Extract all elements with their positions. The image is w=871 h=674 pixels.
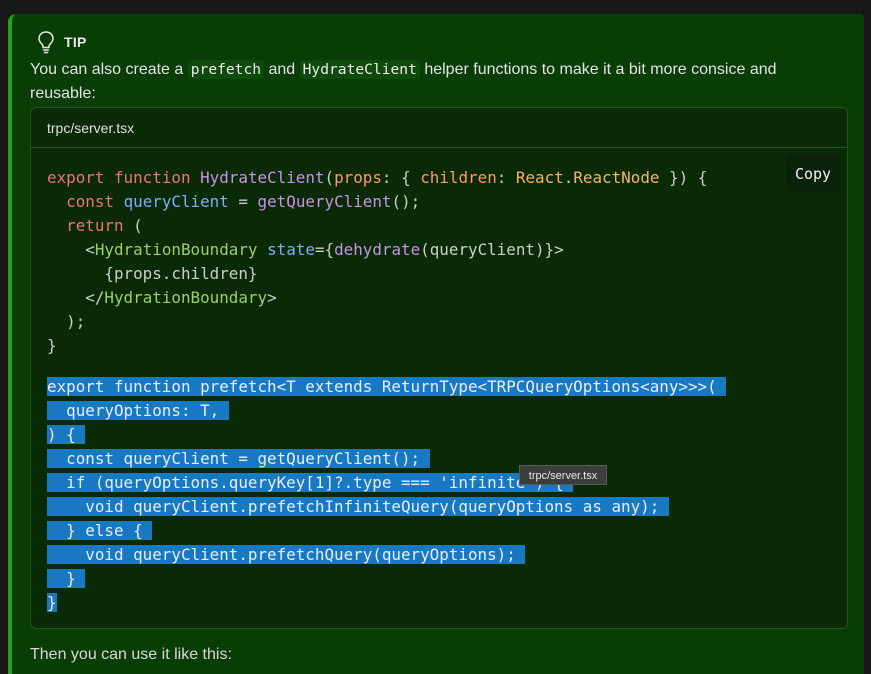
- code-line: </HydrationBoundary>: [85, 288, 277, 307]
- tip-title: TIP: [64, 34, 87, 50]
- code-block-filename: trpc/server.tsx: [31, 108, 847, 148]
- inline-code-prefetch: prefetch: [187, 60, 265, 79]
- code-line: );: [66, 312, 86, 331]
- code-line: {props.children}: [104, 264, 258, 283]
- code-line-selected: const queryClient = getQueryClient();: [47, 449, 430, 468]
- code-line-selected: void queryClient.prefetchInfiniteQuery(q…: [47, 497, 669, 516]
- code-line-selected: } else {: [47, 521, 153, 540]
- lightbulb-icon: [38, 31, 54, 54]
- following-paragraph: Then you can use it like this:: [30, 646, 232, 663]
- code-line-selected: ) {: [47, 425, 86, 444]
- tip-callout: TIP You can also create a prefetch and H…: [8, 14, 864, 674]
- code-line-selected: queryOptions: T,: [47, 401, 229, 420]
- code-line: export function HydrateClient(props: { c…: [47, 168, 708, 187]
- tip-description: You can also create a prefetch and Hydra…: [30, 60, 777, 102]
- code-line: const queryClient = getQueryClient();: [66, 192, 421, 211]
- code-block: trpc/server.tsx Copy export function Hyd…: [30, 107, 848, 629]
- code-line: <HydrationBoundary state={dehydrate(quer…: [85, 240, 564, 259]
- code-line-selected: if (queryOptions.queryKey[1]?.type === '…: [47, 473, 574, 492]
- tip-header: TIP: [36, 30, 87, 54]
- copy-button[interactable]: Copy: [786, 156, 840, 192]
- filename-tooltip: trpc/server.tsx: [519, 465, 607, 485]
- inline-code-hydrateclient: HydrateClient: [299, 60, 420, 79]
- code-content[interactable]: export function HydrateClient(props: { c…: [47, 166, 727, 615]
- code-line: }: [47, 336, 57, 355]
- code-line-selected: }: [47, 569, 86, 588]
- code-line-selected: export function prefetch<T extends Retur…: [47, 377, 727, 396]
- code-line: return (: [66, 216, 143, 235]
- code-line-selected: void queryClient.prefetchQuery(queryOpti…: [47, 545, 526, 564]
- code-line-selected: }: [47, 593, 57, 612]
